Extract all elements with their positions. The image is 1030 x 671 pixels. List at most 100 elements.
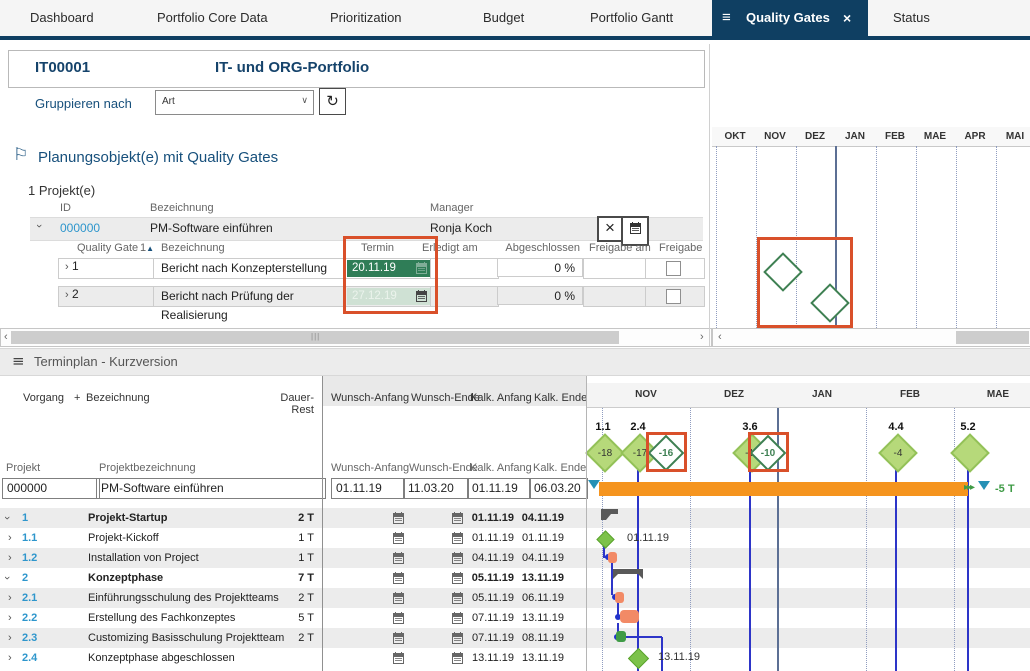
col-header-kalk-ende[interactable]: Kalk. Ende [534,392,587,404]
kalk-anfang-field[interactable]: 01.11.19 [467,478,531,499]
calendar-icon[interactable] [452,552,463,564]
scrollbar-grip[interactable]: ||| [311,332,320,341]
col-header-abgeschlossen[interactable]: Abgeschlossen [505,242,580,254]
milestone-diamond[interactable]: -4 [878,433,918,473]
project-name-field[interactable]: PM-Software einführen [96,478,326,499]
task-number[interactable]: 2.3 [22,628,37,648]
task-milestone-diamond[interactable] [627,647,650,670]
calendar-icon[interactable] [452,592,463,604]
tab-portfolio-gantt[interactable]: Portfolio Gantt [590,0,673,36]
tab-quality-gates[interactable]: ≡ Quality Gates × [712,0,868,36]
expand-icon[interactable]: › [8,648,12,668]
calendar-icon[interactable] [452,512,463,524]
task-number[interactable]: 2.1 [22,588,37,608]
tab-portfolio-core-data[interactable]: Portfolio Core Data [157,0,268,36]
task-bar[interactable] [620,610,639,623]
task-number[interactable]: 1.1 [22,528,37,548]
project-id-field[interactable]: 000000 [2,478,100,499]
col-header-freigabe-am[interactable]: Freigabe am [589,242,651,254]
col-header-freigabe[interactable]: Freigabe [659,242,702,254]
calendar-icon[interactable] [452,652,463,664]
col-header-vorgang[interactable]: Vorgang [23,392,64,404]
calendar-icon[interactable] [393,512,404,524]
calendar-icon[interactable] [393,552,404,564]
gate-name-cell[interactable]: Bericht nach Prüfung der Realisierung [153,286,354,322]
task-name[interactable]: Einführungsschulung des Projektteams [88,588,279,608]
calendar-icon[interactable] [452,572,463,584]
task-name[interactable]: Konzeptphase [88,568,163,588]
delete-button[interactable]: × [597,216,623,242]
gate-freigabe-am-cell[interactable] [583,258,647,279]
task-bar[interactable] [615,592,624,603]
freigabe-checkbox[interactable] [666,261,681,276]
tab-dashboard[interactable]: Dashboard [30,0,94,36]
group-by-select[interactable]: Art ∨ [155,90,314,115]
task-bar[interactable] [608,552,617,563]
gate-erledigt-cell[interactable] [430,286,499,307]
scroll-left-icon[interactable]: ‹ [718,329,722,346]
column-splitter[interactable] [322,376,323,671]
scroll-right-icon[interactable]: › [700,329,704,346]
task-number[interactable]: 1 [22,508,28,528]
expand-icon[interactable]: › [8,588,12,608]
calendar-icon[interactable] [393,612,404,624]
task-number[interactable]: 1.2 [22,548,37,568]
task-name[interactable]: Installation von Project [88,548,199,568]
gate-erledigt-cell[interactable] [430,258,499,279]
tab-status[interactable]: Status [893,0,930,36]
gate-row[interactable]: › 1 [58,258,155,279]
task-name[interactable]: Projekt-Startup [88,508,167,528]
hamburger-icon[interactable]: ≡ [12,352,25,370]
project-summary-bar[interactable] [599,482,968,496]
task-number[interactable]: 2.2 [22,608,37,628]
gate-name-cell[interactable]: Bericht nach Konzepterstellung [153,258,354,279]
gate-freigabe-am-cell[interactable] [583,286,647,307]
summary-flag-bar[interactable] [601,509,618,521]
calendar-icon[interactable] [393,572,404,584]
freigabe-checkbox[interactable] [666,289,681,304]
refresh-button[interactable]: ↻ [319,88,346,115]
wunsch-ende-field[interactable]: 11.03.20 [403,478,469,499]
milestone-diamond[interactable] [950,433,990,473]
col-header-quality-gate[interactable]: Quality Gate [77,242,138,254]
calendar-icon[interactable] [393,592,404,604]
gate-row[interactable]: › 2 [58,286,155,307]
expand-all-icon[interactable]: + [74,392,80,404]
wunsch-anfang-field[interactable]: 01.11.19 [331,478,405,499]
scrollbar-thumb[interactable] [956,331,1029,344]
tab-prioritization[interactable]: Prioritization [330,0,402,36]
col-header-wunsch-anfang[interactable]: Wunsch-Anfang [331,392,409,404]
expand-icon[interactable]: › [8,548,12,568]
calendar-icon[interactable] [452,632,463,644]
col-header-dauer-rest[interactable]: Dauer-Rest [260,392,314,416]
hamburger-icon[interactable]: ≡ [722,0,731,36]
calendar-icon[interactable] [452,612,463,624]
task-number[interactable]: 2.4 [22,648,37,668]
collapse-icon[interactable]: › [33,224,45,228]
close-icon[interactable]: × [843,0,851,36]
expand-icon[interactable]: › [8,528,12,548]
calendar-icon[interactable] [452,532,463,544]
calendar-icon[interactable] [393,652,404,664]
project-id-link[interactable]: 000000 [60,221,100,235]
calendar-icon[interactable] [393,632,404,644]
task-milestone-diamond[interactable] [596,530,615,549]
col-header-gate-bezeichnung[interactable]: Bezeichnung [161,242,225,254]
left-pane-hscrollbar[interactable]: ‹ ||| › [0,328,712,347]
calendar-icon[interactable] [393,532,404,544]
kalk-ende-field[interactable]: 06.03.20 [529,478,588,499]
gantt-splitter[interactable] [586,376,587,671]
collapse-icon[interactable]: › [0,516,17,520]
expand-icon[interactable]: › [8,628,12,648]
expand-icon[interactable]: › [8,608,12,628]
task-number[interactable]: 2 [22,568,28,588]
right-pane-hscrollbar[interactable]: ‹ [712,328,1030,347]
task-name[interactable]: Erstellung des Fachkonzeptes [88,608,235,628]
col-header-bezeichnung[interactable]: Bezeichnung [86,392,150,404]
task-name[interactable]: Projekt-Kickoff [88,528,159,548]
sort-indicator[interactable]: 1▲ [140,242,154,254]
col-header-kalk-anfang[interactable]: Kalk. Anfang [470,392,532,404]
summary-bracket-bar[interactable] [613,569,643,580]
task-name[interactable]: Konzeptphase abgeschlossen [88,648,235,668]
scroll-left-icon[interactable]: ‹ [4,329,8,346]
